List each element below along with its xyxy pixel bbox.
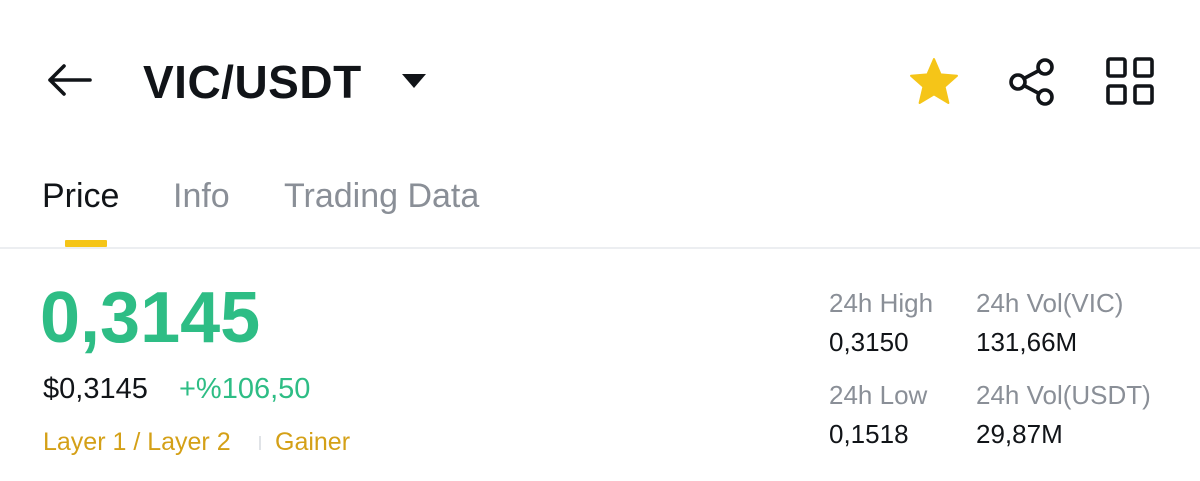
tag-separator xyxy=(259,436,261,450)
vol-quote-value: 29,87M xyxy=(976,419,1063,449)
caret-down-icon[interactable] xyxy=(398,70,430,92)
tab-price[interactable]: Price xyxy=(42,172,119,220)
high-value: 0,3150 xyxy=(829,327,909,357)
grid-icon[interactable] xyxy=(1103,56,1159,108)
market-detail-page: VIC/USDT Price Info Trading Data 0,3145 xyxy=(0,0,1200,481)
price-change-percent: +%106,50 xyxy=(179,373,311,405)
vol-base-label: 24h Vol(VIC) xyxy=(976,288,1124,318)
gainer-tag[interactable]: Gainer xyxy=(275,424,350,460)
vol-base-value: 131,66M xyxy=(976,327,1078,357)
tabs-divider xyxy=(0,247,1200,249)
tab-info[interactable]: Info xyxy=(173,172,230,220)
back-arrow-icon[interactable] xyxy=(40,56,96,104)
share-icon[interactable] xyxy=(1004,56,1060,108)
pair-title[interactable]: VIC/USDT xyxy=(143,52,362,112)
tab-trading-data[interactable]: Trading Data xyxy=(284,172,479,220)
active-tab-indicator xyxy=(65,240,107,247)
star-icon[interactable] xyxy=(906,56,962,108)
low-label: 24h Low xyxy=(829,380,928,410)
vol-quote-label: 24h Vol(USDT) xyxy=(976,380,1151,410)
high-label: 24h High xyxy=(829,288,934,318)
fiat-price: $0,3145 xyxy=(43,373,148,405)
category-tag[interactable]: Layer 1 / Layer 2 xyxy=(43,424,231,460)
last-price: 0,3145 xyxy=(40,278,261,358)
low-value: 0,1518 xyxy=(829,419,909,449)
